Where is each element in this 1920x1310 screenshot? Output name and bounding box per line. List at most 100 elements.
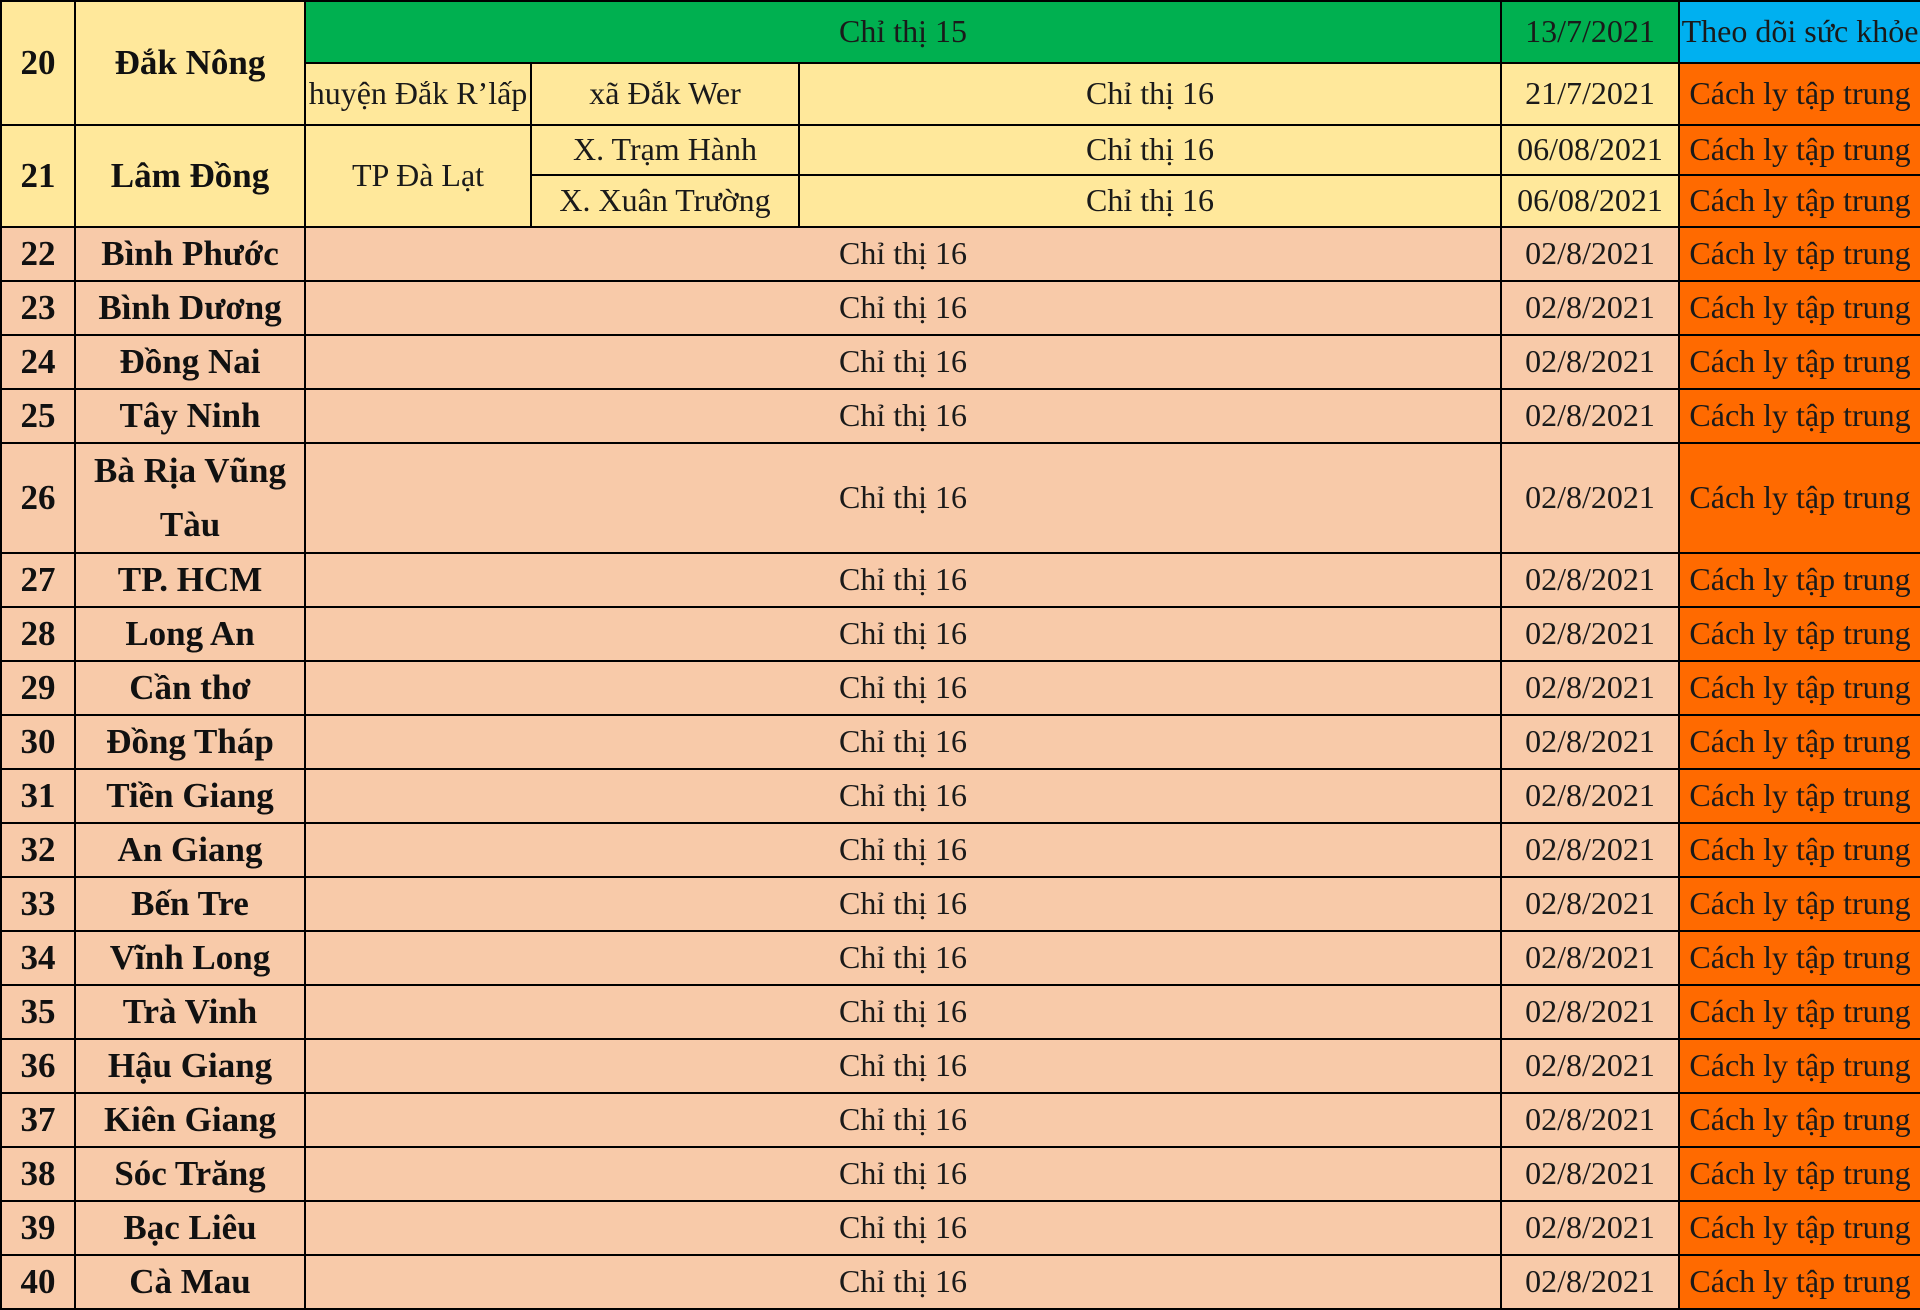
province-name: Trà Vinh (74, 984, 306, 1040)
row-number: 32 (0, 822, 76, 878)
district-name: TP Đà Lạt (304, 124, 532, 228)
date-cell: 21/7/2021 (1500, 62, 1681, 126)
row-number: 34 (0, 930, 76, 986)
row-number: 25 (0, 388, 76, 444)
table-row: 32 An Giang Chỉ thị 16 02/8/2021 Cách ly tập… (0, 822, 1920, 878)
province-name: Đồng Nai (74, 334, 306, 390)
condition-cell: Chỉ thị 16 (797, 174, 1503, 228)
date-cell: 02/8/2021 (1500, 876, 1681, 932)
condition-cell: Chỉ thị 16 (303, 388, 1503, 444)
province-measure: Theo dõi sức khỏe (1678, 0, 1920, 64)
condition-cell: Chỉ thị 16 (303, 822, 1503, 878)
province-name: Hậu Giang (74, 1038, 306, 1094)
table-row: 36 Hậu Giang Chỉ thị 16 02/8/2021 Cách ly tậ… (0, 1038, 1920, 1094)
measure-cell: Cách ly tập trung (1678, 930, 1920, 986)
row-number: 21 (0, 124, 76, 228)
table-row: 21 Lâm Đồng TP Đà Lạt X. Trạm Hành Chỉ t… (0, 124, 1920, 228)
commune-name: xã Đắk Wer (530, 62, 800, 126)
date-cell: 02/8/2021 (1500, 280, 1681, 336)
table-row: 20 Đắk Nông Chỉ thị 15 13/7/2021 Theo dõ… (0, 0, 1920, 126)
measure-cell: Cách ly tập trung (1678, 714, 1920, 770)
province-name: Bình Phước (74, 226, 306, 282)
covid-restriction-table: 20 Đắk Nông Chỉ thị 15 13/7/2021 Theo dõ… (0, 0, 1920, 1310)
date-cell: 02/8/2021 (1500, 552, 1681, 608)
measure-cell: Cách ly tập trung (1678, 660, 1920, 716)
table-row: 34 Vĩnh Long Chỉ thị 16 02/8/2021 Cách ly tậ… (0, 930, 1920, 986)
date-cell: 02/8/2021 (1500, 1200, 1681, 1256)
condition-cell: Chỉ thị 16 (303, 1146, 1503, 1202)
condition-cell: Chỉ thị 16 (303, 1254, 1503, 1310)
table-row: 37 Kiên Giang Chỉ thị 16 02/8/2021 Cách ly t… (0, 1092, 1920, 1148)
date-cell: 02/8/2021 (1500, 226, 1681, 282)
table-row: 40 Cà Mau Chỉ thị 16 02/8/2021 Cách ly tập t… (0, 1254, 1920, 1310)
row-number: 31 (0, 768, 76, 824)
province-name: Kiên Giang (74, 1092, 306, 1148)
measure-cell: Cách ly tập trung (1678, 226, 1920, 282)
date-cell: 02/8/2021 (1500, 822, 1681, 878)
province-name: TP. HCM (74, 552, 306, 608)
row-number: 22 (0, 226, 76, 282)
date-cell: 02/8/2021 (1500, 660, 1681, 716)
row-number: 29 (0, 660, 76, 716)
condition-cell: Chỉ thị 16 (303, 226, 1503, 282)
condition-cell: Chỉ thị 16 (303, 552, 1503, 608)
table-row: 22 Bình Phước Chỉ thị 16 02/8/2021 Cách ly t… (0, 226, 1920, 282)
measure-cell: Cách ly tập trung (1678, 442, 1920, 554)
row-number: 27 (0, 552, 76, 608)
date-cell: 02/8/2021 (1500, 1254, 1681, 1310)
row-number: 20 (0, 0, 76, 126)
measure-cell: Cách ly tập trung (1678, 1038, 1920, 1094)
measure-cell: Cách ly tập trung (1678, 984, 1920, 1040)
date-cell: 02/8/2021 (1500, 984, 1681, 1040)
province-name: Cà Mau (74, 1254, 306, 1310)
date-cell: 02/8/2021 (1500, 606, 1681, 662)
row-number: 39 (0, 1200, 76, 1256)
condition-cell: Chỉ thị 16 (303, 768, 1503, 824)
condition-cell: Chỉ thị 16 (303, 1200, 1503, 1256)
condition-cell: Chỉ thị 16 (303, 1092, 1503, 1148)
province-name: Bến Tre (74, 876, 306, 932)
table-row: 33 Bến Tre Chỉ thị 16 02/8/2021 Cách ly tập … (0, 876, 1920, 932)
date-cell: 06/08/2021 (1500, 124, 1681, 176)
condition-cell: Chỉ thị 16 (797, 124, 1503, 176)
row-number: 24 (0, 334, 76, 390)
condition-cell: Chỉ thị 16 (303, 930, 1503, 986)
condition-cell: Chỉ thị 16 (303, 984, 1503, 1040)
date-cell: 02/8/2021 (1500, 334, 1681, 390)
date-cell: 02/8/2021 (1500, 1146, 1681, 1202)
table-row: 27 TP. HCM Chỉ thị 16 02/8/2021 Cách ly tập … (0, 552, 1920, 608)
province-name: Lâm Đồng (74, 124, 306, 228)
row-number: 28 (0, 606, 76, 662)
row-number: 40 (0, 1254, 76, 1310)
table-row: 24 Đồng Nai Chỉ thị 16 02/8/2021 Cách ly tập… (0, 334, 1920, 390)
table-row: 25 Tây Ninh Chỉ thị 16 02/8/2021 Cách ly tập… (0, 388, 1920, 444)
commune-name: X. Trạm Hành (530, 124, 800, 176)
measure-cell: Cách ly tập trung (1678, 606, 1920, 662)
table-row: 26 Bà Rịa Vũng Tàu Chỉ thị 16 02/8/2021 Cách… (0, 442, 1920, 554)
row-number: 30 (0, 714, 76, 770)
measure-cell: Cách ly tập trung (1678, 822, 1920, 878)
province-name: Tiền Giang (74, 768, 306, 824)
province-name: Bình Dương (74, 280, 306, 336)
table-row: 30 Đồng Tháp Chỉ thị 16 02/8/2021 Cách ly tậ… (0, 714, 1920, 770)
condition-cell: Chỉ thị 16 (303, 876, 1503, 932)
province-date: 13/7/2021 (1500, 0, 1681, 64)
date-cell: 06/08/2021 (1500, 174, 1681, 228)
measure-cell: Cách ly tập trung (1678, 768, 1920, 824)
table-row: 39 Bạc Liêu Chỉ thị 16 02/8/2021 Cách ly tập… (0, 1200, 1920, 1256)
date-cell: 02/8/2021 (1500, 930, 1681, 986)
row-number: 26 (0, 442, 76, 554)
table-row: 38 Sóc Trăng Chỉ thị 16 02/8/2021 Cách ly tậ… (0, 1146, 1920, 1202)
row-number: 36 (0, 1038, 76, 1094)
district-name: huyện Đắk R’lấp (304, 62, 532, 126)
condition-cell: Chỉ thị 16 (303, 714, 1503, 770)
province-name: Bà Rịa Vũng Tàu (74, 442, 306, 554)
row-number: 35 (0, 984, 76, 1040)
province-name: Bạc Liêu (74, 1200, 306, 1256)
condition-cell: Chỉ thị 16 (797, 62, 1503, 126)
table-row: 29 Cần thơ Chỉ thị 16 02/8/2021 Cách ly tập … (0, 660, 1920, 716)
province-name: Cần thơ (74, 660, 306, 716)
province-name: Long An (74, 606, 306, 662)
table-row: 23 Bình Dương Chỉ thị 16 02/8/2021 Cách ly t… (0, 280, 1920, 336)
row-number: 23 (0, 280, 76, 336)
